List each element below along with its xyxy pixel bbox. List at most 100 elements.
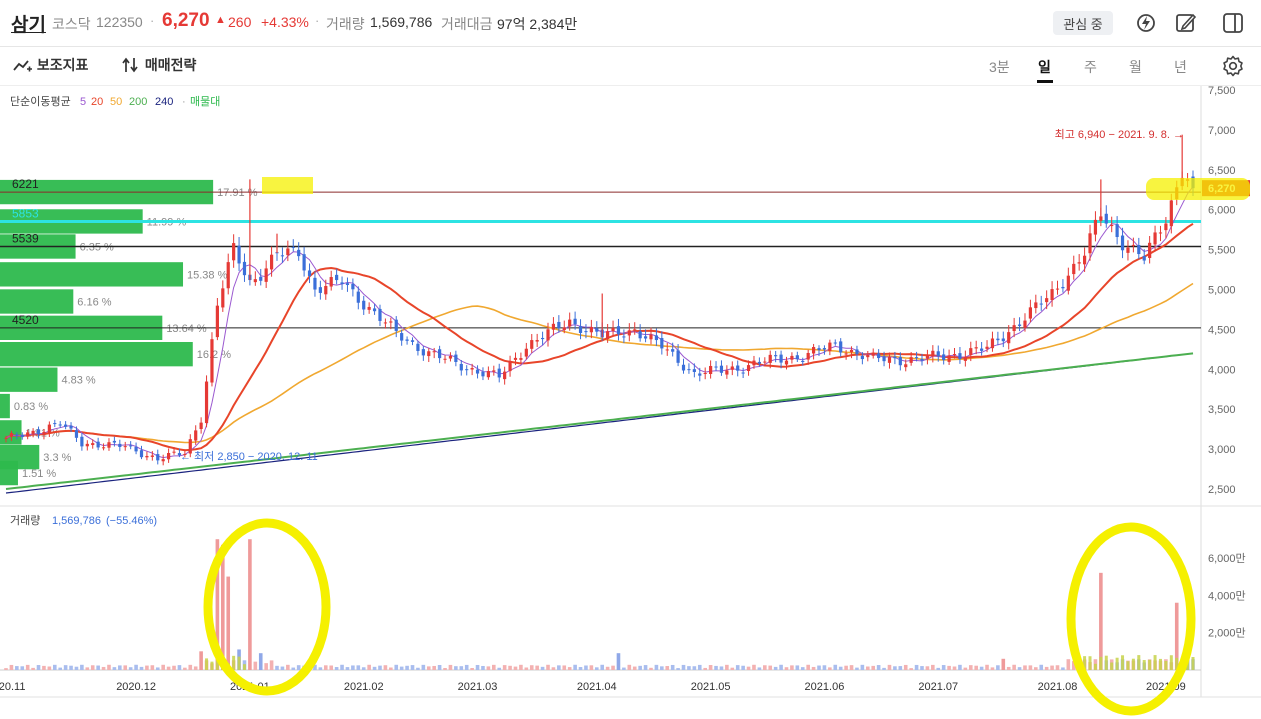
candle-body — [855, 349, 859, 355]
candle-body — [427, 351, 431, 357]
candle-body — [221, 288, 225, 308]
candle-body — [372, 308, 377, 312]
candle-body — [709, 365, 713, 375]
candle-body — [475, 369, 480, 374]
volume-bar — [101, 666, 106, 670]
volume-ma-bar — [1158, 658, 1162, 670]
candle-body — [573, 318, 577, 325]
volume-bar — [979, 666, 984, 670]
volume-bar — [519, 664, 523, 670]
volume-bar — [486, 666, 491, 670]
candle-body — [64, 424, 68, 427]
volume-bar — [567, 667, 572, 670]
volume-ma-bar — [1137, 655, 1141, 670]
volume-bar — [492, 664, 496, 670]
candle-body — [942, 354, 946, 361]
candle-body — [546, 329, 550, 341]
volume-bar — [768, 665, 773, 670]
candle-body — [226, 262, 230, 289]
y-tick-label: 7,000 — [1208, 125, 1236, 137]
volume-bar — [773, 666, 778, 670]
candle-body — [513, 357, 518, 360]
volume-bar — [649, 667, 653, 670]
candle-body — [448, 355, 453, 359]
volume-bar — [42, 665, 46, 670]
candle-body — [134, 446, 138, 452]
candle-body — [1088, 233, 1092, 254]
candle-body — [996, 338, 1000, 341]
candle-body — [931, 350, 935, 357]
candle-body — [914, 357, 919, 359]
candle-body — [578, 326, 583, 333]
volume-bar — [1066, 659, 1071, 670]
volume-bar — [578, 667, 583, 670]
candle-body — [1007, 332, 1011, 344]
candle-body — [822, 348, 827, 350]
candle-body — [253, 279, 257, 283]
candle-body — [606, 331, 610, 339]
candle-body — [540, 337, 545, 340]
candle-body — [432, 351, 436, 353]
volume-profile-pct: 16.2 % — [197, 349, 231, 361]
low-annotation: ← 최저 2,850 − 2020. 12. 11 — [180, 450, 318, 463]
volume-bar — [25, 664, 30, 670]
volume-bar — [356, 665, 361, 670]
volume-bar — [746, 666, 751, 670]
volume-bar — [437, 664, 442, 670]
volume-bar — [931, 664, 935, 670]
volume-bar — [730, 667, 735, 670]
candle-body — [779, 354, 783, 363]
candle-body — [53, 423, 57, 425]
candle-body — [167, 452, 171, 460]
candle-body — [508, 360, 512, 372]
volume-bar — [903, 664, 908, 670]
volume-change: (−55.46%) — [106, 515, 157, 527]
candle-body — [139, 450, 144, 458]
candle-body — [1034, 302, 1038, 309]
volume-bar — [399, 666, 404, 670]
volume-bar — [329, 665, 334, 670]
candle-body — [584, 331, 588, 333]
volume-bar — [660, 666, 664, 670]
price-chart[interactable]: 7,500 7,000 6,500 6,000 5,500 5,000 4,500 4,000… — [0, 0, 1261, 719]
ma20-line — [5, 222, 1194, 452]
x-tick-label: 2021.06 — [805, 681, 845, 693]
volume-bar — [871, 665, 876, 670]
candle-body — [421, 349, 425, 356]
volume-bar — [145, 665, 149, 670]
candle-body — [269, 254, 274, 270]
volume-profile-pct: 6.35 % — [80, 242, 114, 254]
volume-profile-pct: 4.83 % — [61, 375, 95, 387]
candle-body — [329, 277, 333, 287]
volume-bar — [166, 666, 171, 670]
volume-bar — [502, 665, 507, 670]
volume-value: 1,569,786 — [52, 515, 101, 527]
volume-bar — [361, 667, 366, 670]
candle-body — [42, 431, 46, 435]
candle-body — [470, 368, 474, 370]
candle-body — [264, 268, 268, 282]
y-tick-label: 2,500 — [1208, 484, 1236, 496]
candle-body — [741, 372, 745, 374]
candle-body — [768, 354, 772, 363]
volume-bar — [562, 665, 567, 670]
x-tick-label: 2021.02 — [344, 681, 384, 693]
volume-bar — [85, 667, 90, 670]
candle-body — [969, 348, 973, 356]
candle-body — [524, 348, 528, 357]
volume-bar — [589, 665, 594, 670]
volume-bar — [573, 664, 577, 670]
volume-bar — [551, 667, 556, 670]
x-tick-label: 2020.12 — [116, 681, 156, 693]
volume-bar — [1006, 666, 1011, 670]
volume-bar — [876, 665, 881, 670]
volume-ma-bar — [205, 658, 209, 670]
volume-bar — [714, 665, 718, 670]
volume-bar — [150, 665, 155, 670]
volume-bar — [1017, 667, 1022, 670]
volume-bar — [258, 653, 263, 670]
candle-body — [568, 319, 572, 327]
volume-bar — [535, 665, 539, 670]
candle-body — [242, 261, 247, 276]
volume-bar — [389, 667, 393, 670]
